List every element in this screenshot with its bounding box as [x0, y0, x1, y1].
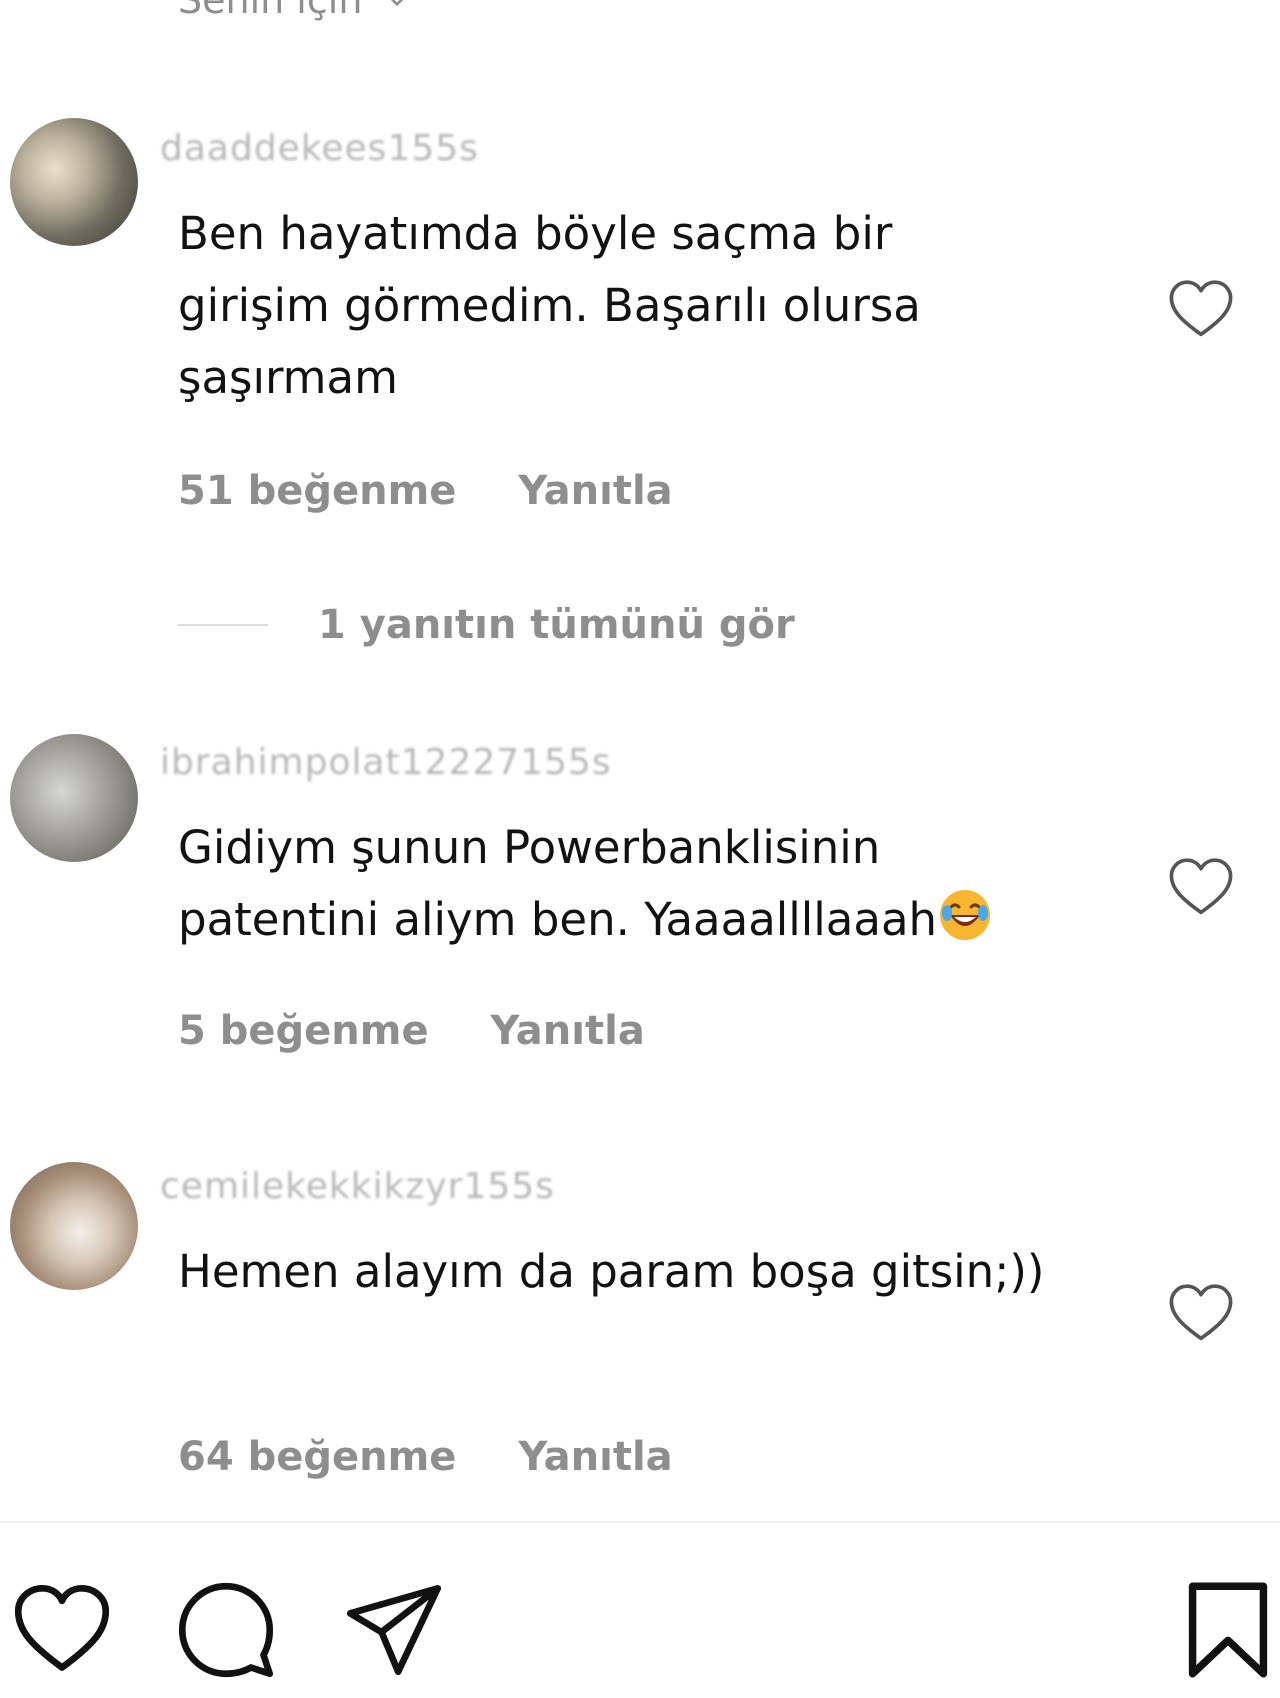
like-count[interactable]: 64 beğenme: [178, 1434, 456, 1480]
bookmark-icon[interactable]: [1178, 1580, 1278, 1680]
comment-text: Hemen alayım da param boşa gitsin;)): [178, 1245, 1045, 1298]
comment-meta: 5 beğenme Yanıtla: [178, 1008, 693, 1054]
avatar[interactable]: [10, 118, 138, 246]
like-count[interactable]: 5 beğenme: [178, 1008, 429, 1054]
like-count[interactable]: 51 beğenme: [178, 468, 456, 514]
reply-button[interactable]: Yanıtla: [518, 468, 672, 514]
comment-text: Gidiym şunun Powerbanklisinin patentini …: [178, 812, 1058, 956]
comment-meta: 51 beğenme Yanıtla: [178, 468, 721, 514]
like-heart-icon[interactable]: [1166, 1282, 1236, 1344]
comment-icon[interactable]: [176, 1580, 276, 1680]
comment-username[interactable]: ibrahimpolat12227155s: [160, 742, 612, 783]
sort-label: Senin için: [178, 0, 363, 22]
replies-divider-line: [178, 624, 268, 626]
post-action-bar: [0, 1580, 1280, 1690]
divider: [0, 1521, 1280, 1523]
like-heart-icon[interactable]: [1166, 856, 1236, 918]
comment-username[interactable]: daaddekees155s: [160, 128, 479, 169]
comment-text-body: Gidiym şunun Powerbanklisinin patentini …: [178, 821, 938, 946]
avatar[interactable]: [10, 734, 138, 862]
rolling-on-the-floor-laughing-icon: [940, 890, 991, 940]
comment-meta: 64 beğenme Yanıtla: [178, 1434, 721, 1480]
comment-username[interactable]: cemilekekkikzyr155s: [160, 1166, 555, 1207]
reply-button[interactable]: Yanıtla: [518, 1434, 672, 1480]
avatar[interactable]: [10, 1162, 138, 1290]
heart-icon[interactable]: [12, 1580, 112, 1680]
like-heart-icon[interactable]: [1166, 278, 1236, 340]
reply-button[interactable]: Yanıtla: [491, 1008, 645, 1054]
view-replies-label: 1 yanıtın tümünü gör: [318, 602, 795, 648]
sort-dropdown[interactable]: Senin için: [178, 0, 410, 22]
view-replies-link[interactable]: 1 yanıtın tümünü gör: [178, 602, 795, 648]
share-icon[interactable]: [344, 1580, 444, 1680]
comment-text: Ben hayatımda böyle saçma bir girişim gö…: [178, 207, 921, 404]
chevron-down-icon: [391, 0, 404, 6]
